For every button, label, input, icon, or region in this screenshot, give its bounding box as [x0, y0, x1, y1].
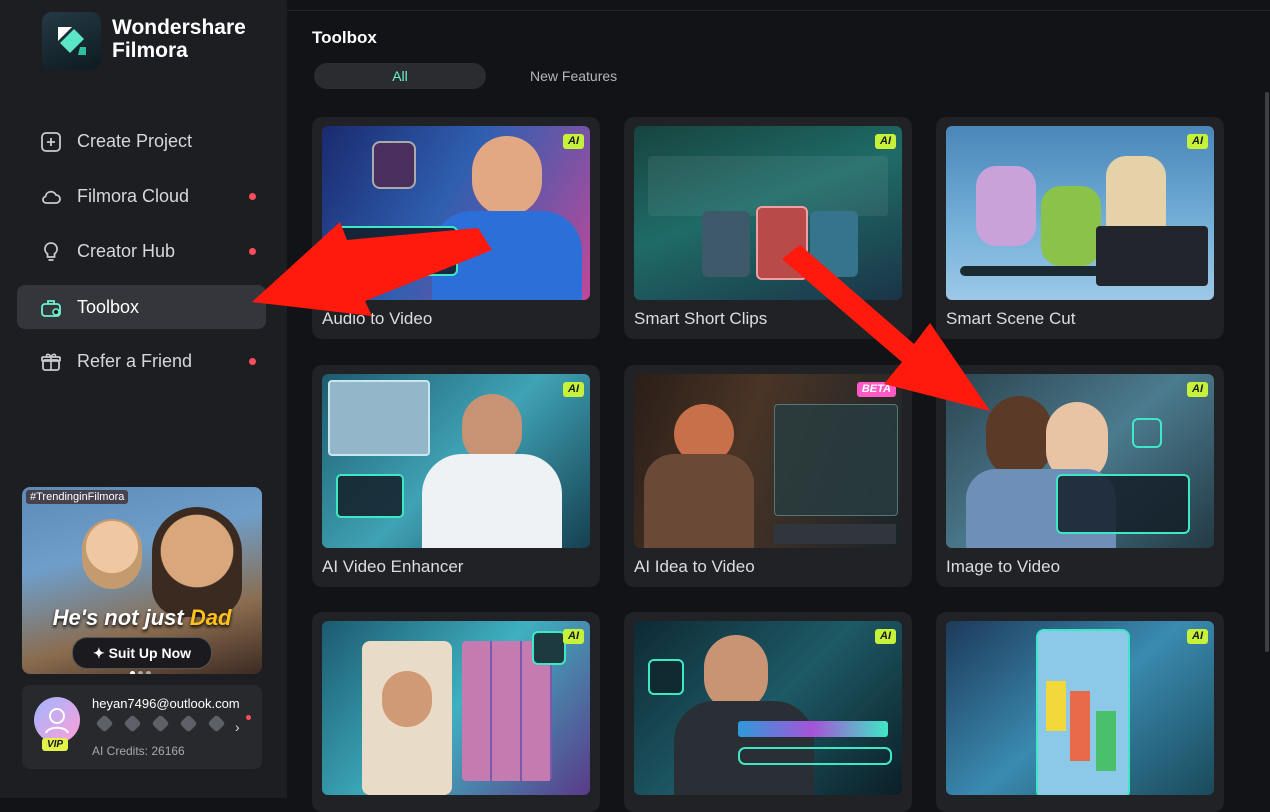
card-label: AI Idea to Video: [634, 557, 755, 576]
top-divider: [287, 10, 1270, 11]
notification-dot: [246, 715, 251, 720]
ai-badge: AI: [1187, 382, 1208, 397]
vip-badge: VIP: [42, 738, 68, 751]
promo-dad-image: [152, 507, 242, 617]
notification-dot: [249, 358, 256, 365]
promo-tag: #TrendinginFilmora: [26, 490, 129, 504]
tool-card-smart-short-clips[interactable]: AI Smart Short Clips: [624, 117, 912, 339]
promo-headline-text: He's not just: [52, 605, 190, 630]
card-thumbnail: AI: [322, 126, 590, 300]
sidebar-item-label: Creator Hub: [77, 241, 176, 261]
sidebar-item-filmora-cloud[interactable]: Filmora Cloud: [17, 174, 266, 218]
tool-card[interactable]: AI: [936, 612, 1224, 812]
filter-tabs: All: [314, 63, 486, 89]
tool-card-audio-to-video[interactable]: AI Audio to Video: [312, 117, 600, 339]
sidebar-item-label: Toolbox: [77, 297, 140, 317]
card-label: Audio to Video: [322, 309, 433, 328]
notification-dot: [249, 193, 256, 200]
ai-badge: AI: [875, 134, 896, 149]
tool-card-ai-idea-to-video[interactable]: BETA AI Idea to Video: [624, 365, 912, 587]
bulb-icon: [44, 242, 58, 261]
ai-badge: AI: [563, 629, 584, 644]
suit-up-label: Suit Up Now: [108, 645, 192, 661]
promo-banner[interactable]: #TrendinginFilmora He's not just Dad ✦ S…: [22, 487, 262, 674]
sidebar: Wondershare Filmora Create Project Filmo…: [0, 0, 287, 798]
tool-card[interactable]: AI: [312, 612, 600, 812]
sidebar-item-label: Refer a Friend: [77, 351, 193, 371]
brand-line-1: Wondershare: [112, 16, 246, 39]
filmora-logo-icon: [58, 27, 86, 55]
user-account-card[interactable]: VIP heyan7496@outlook.com AI Credits: 26…: [22, 685, 262, 769]
tool-card-smart-scene-cut[interactable]: AI Smart Scene Cut: [936, 117, 1224, 339]
cloud-icon: [42, 190, 61, 204]
toolbox-icon: [41, 300, 61, 317]
card-thumbnail: AI: [322, 374, 590, 548]
tool-card-image-to-video[interactable]: AI Image to Video: [936, 365, 1224, 587]
sidebar-item-label: Filmora Cloud: [77, 186, 190, 206]
ai-badge: AI: [875, 629, 896, 644]
sidebar-item-refer-a-friend[interactable]: Refer a Friend: [17, 339, 266, 383]
card-thumbnail: AI: [322, 621, 590, 795]
brand-line-2: Filmora: [112, 39, 188, 62]
user-icon: [45, 708, 69, 734]
badge-icon: [179, 714, 198, 733]
page-title: Toolbox: [312, 28, 377, 47]
card-thumbnail: AI: [634, 126, 902, 300]
ai-badge: AI: [1187, 134, 1208, 149]
app-logo: [42, 12, 101, 70]
promo-kid-image: [82, 519, 142, 589]
notification-dot: [249, 248, 256, 255]
card-label: AI Video Enhancer: [322, 557, 464, 576]
card-thumbnail: AI: [634, 621, 902, 795]
chevron-right-icon[interactable]: ›: [235, 719, 240, 735]
gift-icon: [41, 353, 61, 371]
tool-card-ai-video-enhancer[interactable]: AI AI Video Enhancer: [312, 365, 600, 587]
ai-badge: AI: [563, 382, 584, 397]
avatar: [34, 697, 80, 743]
promo-headline: He's not just Dad: [22, 605, 262, 631]
ai-badge: AI: [563, 134, 584, 149]
card-label: Image to Video: [946, 557, 1061, 576]
badge-icon: [123, 714, 142, 733]
tab-all[interactable]: All: [314, 63, 486, 89]
card-label: Smart Short Clips: [634, 309, 768, 328]
tool-card[interactable]: AI: [624, 612, 912, 812]
sidebar-item-create-project[interactable]: Create Project: [17, 119, 266, 163]
badge-icon: [151, 714, 170, 733]
user-email: heyan7496@outlook.com: [92, 696, 240, 711]
sidebar-item-toolbox[interactable]: Toolbox: [17, 285, 266, 329]
ai-credits: AI Credits: 26166: [92, 744, 185, 758]
badge-icon: [207, 714, 226, 733]
brand-name: Wondershare Filmora: [112, 16, 246, 62]
carousel-dots[interactable]: [130, 663, 160, 674]
sidebar-item-creator-hub[interactable]: Creator Hub: [17, 229, 266, 273]
tab-new-features[interactable]: New Features: [530, 68, 617, 84]
sidebar-item-label: Create Project: [77, 131, 193, 151]
promo-headline-highlight: Dad: [189, 605, 232, 630]
achievement-badges: [95, 714, 236, 737]
ai-badge: AI: [1187, 629, 1208, 644]
scrollbar[interactable]: [1265, 92, 1269, 652]
badge-icon: [95, 714, 114, 733]
beta-badge: BETA: [856, 382, 896, 397]
card-thumbnail: AI: [946, 126, 1214, 300]
card-thumbnail: AI: [946, 374, 1214, 548]
card-thumbnail: AI: [946, 621, 1214, 795]
card-label: Smart Scene Cut: [946, 309, 1076, 328]
card-thumbnail: BETA: [634, 374, 902, 548]
plus-square-icon: [41, 132, 61, 152]
